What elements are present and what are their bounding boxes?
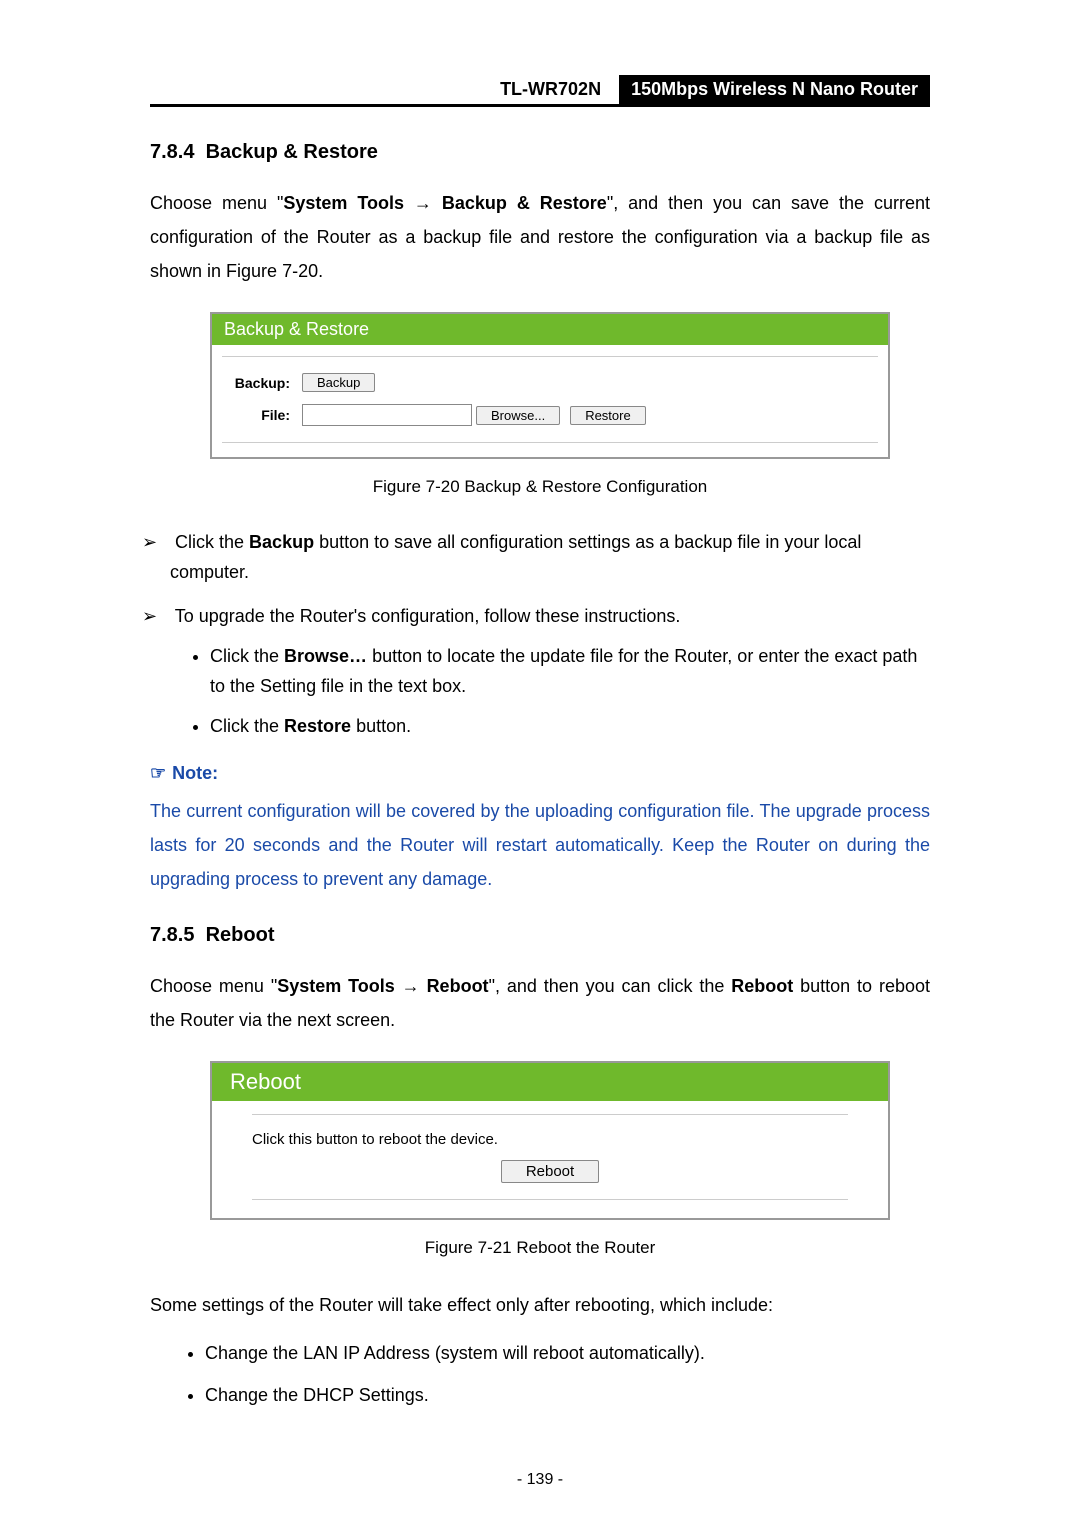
model-description: 150Mbps Wireless N Nano Router [619, 75, 930, 104]
panel-title-reboot: Reboot [212, 1063, 888, 1101]
panel-title-backup-restore: Backup & Restore [212, 314, 888, 345]
reboot-panel: Reboot Click this button to reboot the d… [210, 1061, 890, 1220]
section-785-intro: Choose menu "System Tools → Reboot", and… [150, 969, 930, 1037]
backup-label: Backup: [222, 375, 302, 391]
model-number: TL-WR702N [500, 75, 611, 104]
file-label: File: [222, 407, 302, 423]
reboot-effects-lead: Some settings of the Router will take ef… [150, 1288, 930, 1322]
sub-restore: Click the Restore button. [210, 711, 930, 741]
backup-button[interactable]: Backup [302, 373, 375, 392]
note-heading: ☞Note: [150, 763, 930, 784]
section-784-intro: Choose menu "System Tools → Backup & Res… [150, 186, 930, 288]
browse-button[interactable]: Browse... [476, 406, 560, 425]
bullet-upgrade: To upgrade the Router's configuration, f… [170, 601, 930, 741]
section-heading-reboot: 7.8.5 Reboot [150, 924, 930, 947]
page-number: - 139 - [0, 1471, 1080, 1489]
upgrade-sublist: Click the Browse… button to locate the u… [190, 641, 930, 741]
page: TL-WR702N 150Mbps Wireless N Nano Router… [0, 0, 1080, 1527]
figure-7-21: Reboot Click this button to reboot the d… [150, 1061, 930, 1258]
file-input[interactable] [302, 404, 472, 426]
restore-button[interactable]: Restore [570, 406, 646, 425]
section-heading-backup-restore: 7.8.4 Backup & Restore [150, 141, 930, 164]
figure-7-20: Backup & Restore Backup: Backup File: Br… [150, 312, 930, 497]
effect-dhcp: Change the DHCP Settings. [205, 1380, 930, 1410]
bullet-backup: Click the Backup button to save all conf… [170, 527, 930, 587]
pointing-hand-icon: ☞ [150, 763, 166, 783]
reboot-button[interactable]: Reboot [501, 1160, 599, 1183]
note-body: The current configuration will be covere… [150, 794, 930, 896]
reboot-effects-list: Change the LAN IP Address (system will r… [150, 1338, 930, 1410]
page-header: TL-WR702N 150Mbps Wireless N Nano Router [150, 75, 930, 107]
backup-restore-bullets: Click the Backup button to save all conf… [150, 527, 930, 741]
backup-restore-panel: Backup & Restore Backup: Backup File: Br… [210, 312, 890, 459]
figure-7-21-caption: Figure 7-21 Reboot the Router [150, 1238, 930, 1258]
figure-7-20-caption: Figure 7-20 Backup & Restore Configurati… [150, 477, 930, 497]
sub-browse: Click the Browse… button to locate the u… [210, 641, 930, 701]
effect-lan-ip: Change the LAN IP Address (system will r… [205, 1338, 930, 1368]
file-row: File: Browse... Restore [222, 404, 878, 426]
reboot-instruction-text: Click this button to reboot the device. [252, 1131, 848, 1148]
backup-row: Backup: Backup [222, 373, 878, 392]
